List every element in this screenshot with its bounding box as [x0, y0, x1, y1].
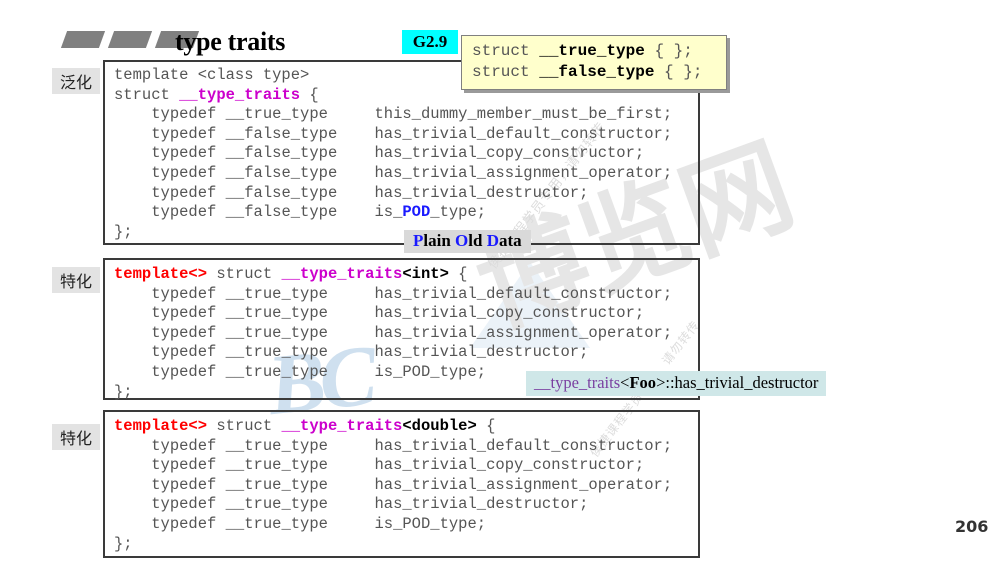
pod-p: P: [413, 231, 424, 250]
pod-lain: lain: [423, 231, 456, 250]
callout-line1-post: { };: [644, 42, 693, 60]
b1-row0-typedef: typedef __true_type: [151, 105, 328, 124]
version-badge: G2.9: [402, 30, 458, 54]
b2-close: };: [114, 382, 133, 401]
note-foo: Foo: [629, 373, 657, 392]
b1-row3-typedef: typedef __false_type: [151, 163, 338, 182]
b1-pod-highlight: POD: [402, 203, 431, 222]
page-title: type traits: [175, 27, 286, 56]
b2-row3-member: has_trivial_destructor;: [374, 343, 589, 362]
type-traits-usage-note: __type_traits<Foo>::has_trivial_destruct…: [526, 371, 827, 396]
b3-row1-typedef: typedef __true_type: [151, 456, 328, 475]
b3-row4-member: is_POD_type;: [374, 514, 487, 533]
page-number: 206: [955, 517, 989, 536]
true-false-type-callout: struct __true_type { }; struct __false_t…: [461, 35, 727, 90]
note-type-traits-name: __type_traits: [534, 373, 621, 392]
b1-row1-member: has_trivial_default_constructor;: [374, 124, 673, 143]
b3-spec-arg: <double>: [402, 417, 477, 435]
b1-row4-typedef: typedef __false_type: [151, 183, 338, 202]
pod-o: O: [455, 231, 469, 250]
decorative-bar-2: [107, 31, 153, 48]
b1-line1: template <class type>: [114, 66, 310, 84]
callout-line2-post: { };: [654, 63, 703, 81]
b2-spec-arg: <int>: [402, 265, 449, 283]
b3-row3-typedef: typedef __true_type: [151, 495, 328, 514]
b2-template-kw: template<>: [114, 265, 208, 283]
b2-row1-typedef: typedef __true_type: [151, 304, 328, 323]
pod-ata: ata: [499, 231, 522, 250]
b3-row2-member: has_trivial_assignment_operator;: [374, 475, 673, 494]
b3-row3-member: has_trivial_destructor;: [374, 495, 589, 514]
callout-line1-pre: struct: [472, 42, 540, 60]
b2-row2-typedef: typedef __true_type: [151, 323, 328, 342]
b3-struct-kw: struct: [207, 417, 282, 435]
b1-row2-member: has_trivial_copy_constructor;: [374, 144, 645, 163]
b2-row4-member: is_POD_type;: [374, 362, 487, 381]
b2-brace-open: {: [448, 265, 468, 283]
tag-generalization: 泛化: [52, 68, 100, 94]
b3-brace-open: {: [476, 417, 496, 435]
b1-brace-open: {: [300, 85, 319, 104]
tag-specialization-double: 特化: [52, 424, 100, 450]
b1-row3-member: has_trivial_assignment_operator;: [374, 163, 673, 182]
callout-false-type-name: __false_type: [539, 63, 655, 81]
b1-pod-typedef: typedef __false_type: [151, 203, 338, 222]
b1-type-traits-name: __type_traits: [179, 85, 301, 104]
b2-type-traits-name: __type_traits: [281, 265, 403, 283]
b3-row4-typedef: typedef __true_type: [151, 514, 328, 533]
b2-struct-kw: struct: [207, 265, 282, 283]
callout-true-type-name: __true_type: [539, 42, 645, 60]
tag-specialization-int: 特化: [52, 267, 100, 293]
b1-row4-member: has_trivial_destructor;: [374, 183, 589, 202]
b1-pod-post: _type;: [430, 203, 487, 222]
note-gt: >: [656, 373, 666, 392]
b1-row1-typedef: typedef __false_type: [151, 124, 338, 143]
decorative-bar-1: [60, 31, 106, 48]
b1-row2-typedef: typedef __false_type: [151, 144, 338, 163]
note-member: ::has_trivial_destructor: [665, 373, 819, 392]
b2-row2-member: has_trivial_assignment_operator;: [374, 323, 673, 342]
b3-type-traits-name: __type_traits: [281, 417, 403, 435]
plain-old-data-label: Plain Old Data: [404, 230, 531, 253]
callout-line2-pre: struct: [472, 63, 540, 81]
b2-row0-member: has_trivial_default_constructor;: [374, 284, 673, 303]
code-text-generic: template <class type> struct __type_trai…: [114, 66, 672, 242]
b3-row2-typedef: typedef __true_type: [151, 475, 328, 494]
b3-row0-member: has_trivial_default_constructor;: [374, 436, 673, 455]
b2-row3-typedef: typedef __true_type: [151, 343, 328, 362]
b3-close: };: [114, 534, 133, 553]
b2-row0-typedef: typedef __true_type: [151, 284, 328, 303]
code-text-double-specialization: template<> struct __type_traits<double> …: [114, 417, 672, 554]
b3-template-kw: template<>: [114, 417, 208, 435]
b3-row1-member: has_trivial_copy_constructor;: [374, 456, 645, 475]
b3-row0-typedef: typedef __true_type: [151, 436, 328, 455]
pod-d: D: [486, 231, 499, 250]
pod-ld: ld: [468, 231, 487, 250]
b1-row0-member: this_dummy_member_must_be_first;: [374, 105, 673, 124]
b1-pod-pre: is_: [374, 203, 403, 222]
b1-close: };: [114, 222, 133, 241]
b1-struct-kw: struct: [114, 85, 180, 104]
b2-row4-typedef: typedef __true_type: [151, 362, 328, 381]
b2-row1-member: has_trivial_copy_constructor;: [374, 304, 645, 323]
